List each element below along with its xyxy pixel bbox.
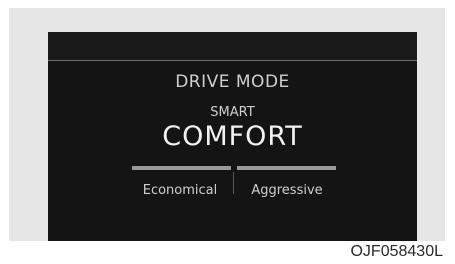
economical-bar [132, 166, 231, 170]
figure-code-caption: OJF058430L [350, 243, 443, 260]
aggressive-label: Aggressive [251, 183, 323, 198]
drive-mode-title: DRIVE MODE [175, 72, 290, 92]
screen-top-divider [48, 60, 417, 61]
mode-value-label: COMFORT [162, 121, 303, 152]
aggressive-bar [237, 166, 336, 170]
screen-top-strip [48, 32, 417, 60]
economical-label: Economical [142, 183, 218, 198]
mode-prefix-label: SMART [210, 105, 255, 120]
drive-mode-screen: DRIVE MODE SMART COMFORT Economical Aggr… [48, 32, 417, 241]
